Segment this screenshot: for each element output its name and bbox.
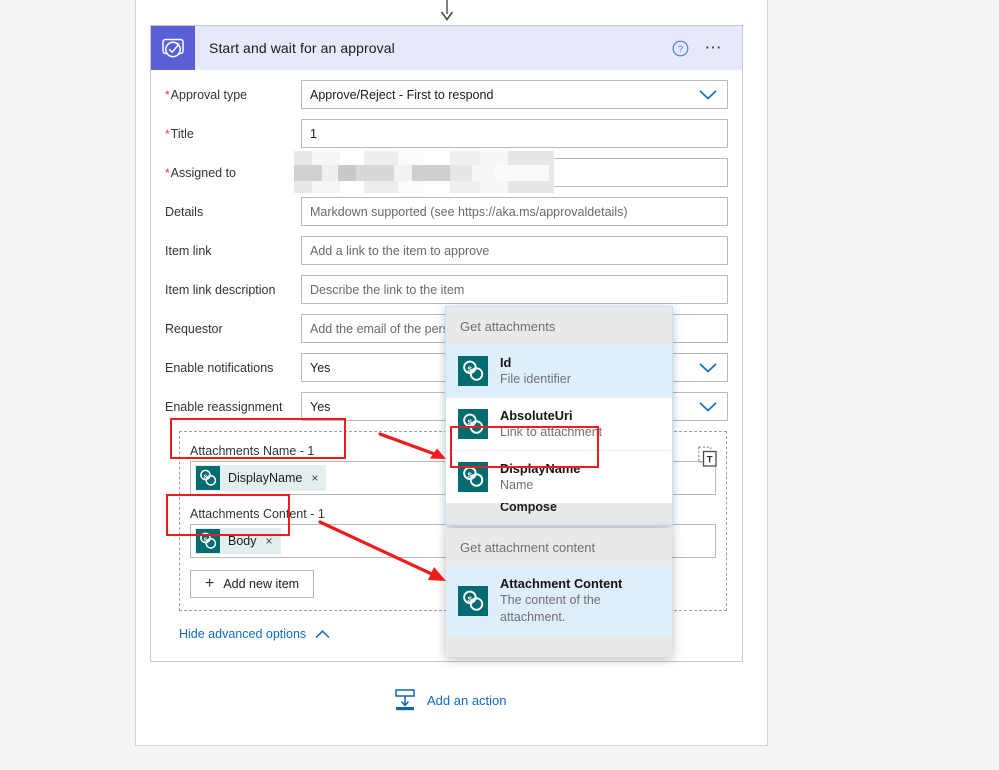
chevron-down-icon[interactable]	[699, 89, 717, 100]
popup-item-desc: The content of the attachment.	[500, 593, 601, 624]
field-label: Enable notifications	[165, 361, 274, 375]
token-label: Body	[228, 534, 257, 548]
popup-item-name: Attachment Content	[500, 576, 623, 591]
popup-footer	[446, 635, 672, 657]
field-placeholder: Describe the link to the item	[310, 282, 465, 297]
card-title: Start and wait for an approval	[209, 40, 395, 56]
required-marker: *	[165, 127, 170, 141]
add-an-action-button[interactable]: Add an action	[393, 688, 507, 712]
field-value: Yes	[310, 360, 331, 375]
popup-item-desc: Name	[500, 478, 534, 492]
popup-footer: Compose	[446, 503, 672, 525]
help-circle-icon[interactable]: ?	[672, 40, 689, 57]
field-row-assigned-to: *Assigned to	[165, 151, 728, 193]
redacted-content	[294, 151, 554, 193]
popup-item-desc: Link to attachment	[500, 425, 603, 439]
dynamic-content-popup-get-attachments: Get attachments s Id File identifier s A…	[445, 306, 673, 526]
sharepoint-icon: s	[458, 462, 488, 492]
popup-item-name: AbsoluteUri	[500, 408, 573, 423]
hide-advanced-options-link[interactable]: Hide advanced options	[179, 627, 330, 641]
plus-icon: +	[205, 575, 215, 592]
svg-text:s: s	[203, 536, 207, 543]
sharepoint-icon: s	[458, 356, 488, 386]
svg-text:s: s	[467, 363, 472, 373]
ellipsis-icon[interactable]: ⋯	[705, 38, 725, 58]
item-link-description-input[interactable]: Describe the link to the item	[301, 275, 728, 304]
token-label: DisplayName	[228, 471, 303, 485]
required-marker: *	[165, 166, 170, 180]
sharepoint-icon: s	[458, 585, 488, 616]
svg-text:T: T	[707, 454, 713, 465]
add-new-item-button[interactable]: + Add new item	[190, 570, 315, 598]
field-placeholder: Markdown supported (see https://aka.ms/a…	[310, 204, 628, 219]
connector-arrow-icon	[440, 0, 454, 21]
field-value: Yes	[310, 399, 331, 414]
chevron-down-icon[interactable]	[699, 362, 717, 373]
approval-type-input[interactable]: Approve/Reject - First to respond	[301, 80, 728, 109]
hide-advanced-options-label: Hide advanced options	[179, 627, 307, 641]
screen: Start and wait for an approval ? ⋯ *Appr…	[0, 0, 999, 770]
field-row-item-link-description: Item link description Describe the link …	[165, 275, 728, 304]
field-value: 1	[310, 126, 317, 141]
copy-text-icon[interactable]: T	[698, 446, 718, 468]
close-icon[interactable]: ×	[311, 471, 318, 485]
popup-item-name: Id	[500, 355, 512, 370]
popup-item-absoluteuri[interactable]: s AbsoluteUri Link to attachment	[446, 397, 672, 450]
assigned-to-input[interactable]	[294, 151, 728, 193]
field-label: *Assigned to	[165, 166, 236, 180]
popup-header: Get attachment content	[446, 528, 672, 566]
insert-action-icon	[395, 689, 415, 711]
svg-text:s: s	[467, 469, 472, 479]
field-placeholder: Add a link to the item to approve	[310, 243, 490, 258]
field-label: Details	[165, 205, 204, 219]
popup-item-desc: File identifier	[500, 372, 571, 386]
svg-text:s: s	[467, 416, 472, 426]
svg-text:s: s	[203, 473, 207, 480]
field-label: Requestor	[165, 322, 223, 336]
sharepoint-icon: s	[196, 466, 220, 490]
sharepoint-icon: s	[196, 529, 220, 553]
dynamic-content-popup-get-attachment-content: Get attachment content s Attachment Cont…	[446, 528, 672, 657]
approval-icon	[151, 26, 195, 70]
popup-item-attachment-content[interactable]: s Attachment Content The content of the …	[446, 566, 672, 635]
field-label: *Title	[165, 127, 194, 141]
add-new-item-label: Add new item	[223, 577, 300, 591]
field-label: Enable reassignment	[165, 400, 283, 414]
popup-footer-peek-label: Compose	[500, 503, 557, 514]
chevron-up-icon	[315, 629, 330, 639]
chevron-down-icon[interactable]	[699, 401, 717, 412]
field-row-approval-type: *Approval type Approve/Reject - First to…	[165, 80, 728, 109]
field-value: Approve/Reject - First to respond	[310, 87, 494, 102]
popup-item-name: DisplayName	[500, 461, 581, 476]
token-displayname[interactable]: s DisplayName ×	[195, 465, 327, 491]
popup-item-displayname[interactable]: s DisplayName Name	[446, 450, 672, 503]
sharepoint-icon: s	[458, 409, 488, 439]
close-icon[interactable]: ×	[266, 534, 273, 548]
field-row-title: *Title 1	[165, 119, 728, 148]
details-input[interactable]: Markdown supported (see https://aka.ms/a…	[301, 197, 728, 226]
popup-item-id[interactable]: s Id File identifier	[446, 345, 672, 397]
field-label: *Approval type	[165, 88, 248, 102]
field-row-item-link: Item link Add a link to the item to appr…	[165, 236, 728, 265]
item-link-input[interactable]: Add a link to the item to approve	[301, 236, 728, 265]
add-an-action-label: Add an action	[427, 692, 507, 708]
card-header: Start and wait for an approval ? ⋯	[151, 26, 742, 70]
field-row-details: Details Markdown supported (see https://…	[165, 197, 728, 226]
field-label: Item link description	[165, 283, 276, 297]
token-body[interactable]: s Body ×	[195, 528, 281, 554]
svg-text:s: s	[467, 593, 472, 603]
title-input[interactable]: 1	[301, 119, 728, 148]
svg-text:?: ?	[677, 44, 682, 55]
popup-header: Get attachments	[446, 307, 672, 345]
required-marker: *	[165, 88, 170, 102]
field-label: Item link	[165, 244, 212, 258]
